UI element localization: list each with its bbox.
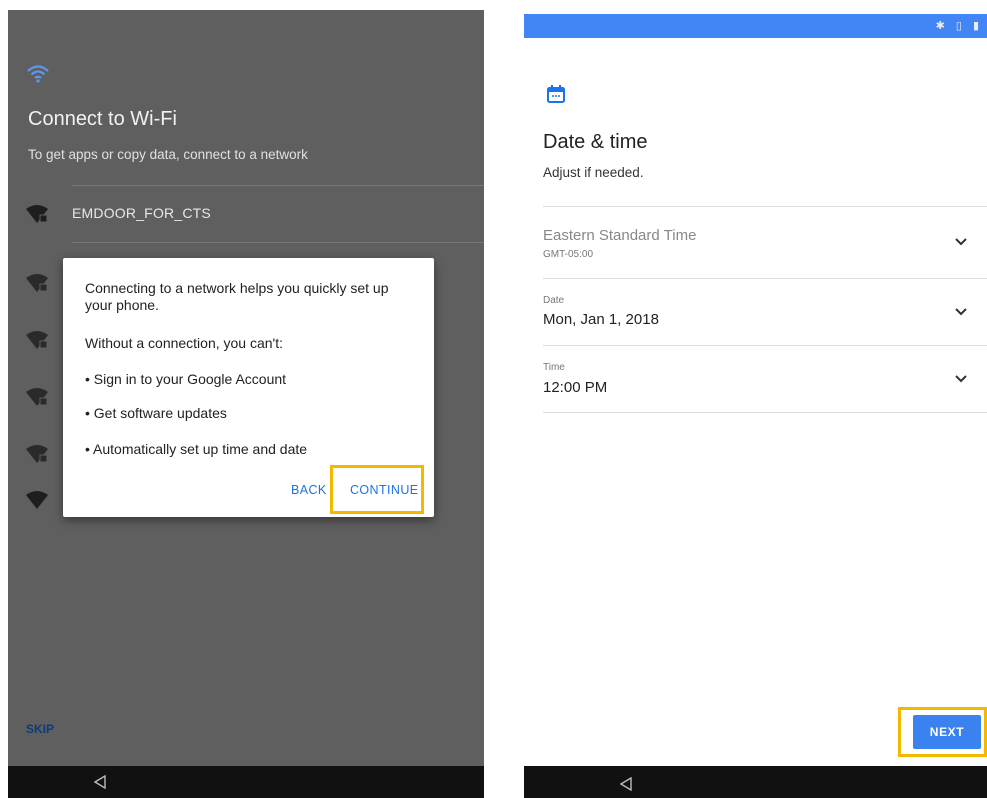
date-selector[interactable]: Date Mon, Jan 1, 2018 (524, 279, 987, 345)
navigation-bar (524, 766, 987, 798)
wifi-icon (27, 65, 49, 83)
chevron-down-icon (955, 308, 967, 316)
skip-button[interactable]: SKIP (26, 722, 54, 736)
time-label: Time (543, 362, 565, 373)
page-title: Connect to Wi-Fi (28, 108, 177, 130)
back-icon[interactable] (94, 775, 106, 789)
dialog-subheading: Without a connection, you can't: (85, 335, 284, 351)
page-subtitle: Adjust if needed. (543, 165, 644, 180)
time-selector[interactable]: Time 12:00 PM (524, 346, 987, 412)
continue-highlight (330, 465, 424, 514)
status-bar: ✱ ▯ ▮ (524, 14, 987, 38)
dialog-bullet: • Get software updates (85, 405, 227, 421)
page-title: Date & time (543, 131, 648, 153)
status-icons: ✱ ▯ ▮ (935, 20, 983, 32)
back-button[interactable]: BACK (291, 483, 327, 497)
next-highlight (898, 707, 987, 757)
network-name: EMDOOR_FOR_CTS (72, 205, 211, 221)
wifi-lock-icon (26, 445, 48, 463)
dialog-message: Connecting to a network helps you quickl… (85, 280, 389, 313)
time-value: 12:00 PM (543, 379, 608, 396)
wifi-lock-icon (26, 205, 48, 223)
network-item[interactable]: EMDOOR_FOR_CTS (8, 186, 484, 242)
wifi-lock-icon (26, 274, 48, 292)
chevron-down-icon (955, 238, 967, 246)
chevron-down-icon (955, 375, 967, 383)
divider (543, 412, 987, 413)
timezone-offset: GMT-05:00 (543, 249, 594, 260)
page-subtitle: To get apps or copy data, connect to a n… (28, 147, 308, 162)
wifi-icon (26, 491, 48, 509)
date-time-screen: ✱ ▯ ▮ Date & time Adjust if needed. East… (524, 14, 987, 798)
timezone-value: Eastern Standard Time (543, 227, 697, 244)
timezone-selector[interactable]: Eastern Standard Time GMT-05:00 (524, 207, 987, 273)
dialog-bullet: • Sign in to your Google Account (85, 371, 287, 387)
dialog-bullet: • Automatically set up time and date (85, 441, 308, 457)
calendar-icon (547, 85, 565, 103)
wifi-lock-icon (26, 331, 48, 349)
navigation-bar (8, 766, 484, 798)
date-value: Mon, Jan 1, 2018 (543, 311, 659, 328)
back-icon[interactable] (620, 777, 632, 791)
date-label: Date (543, 295, 565, 306)
wifi-lock-icon (26, 388, 48, 406)
